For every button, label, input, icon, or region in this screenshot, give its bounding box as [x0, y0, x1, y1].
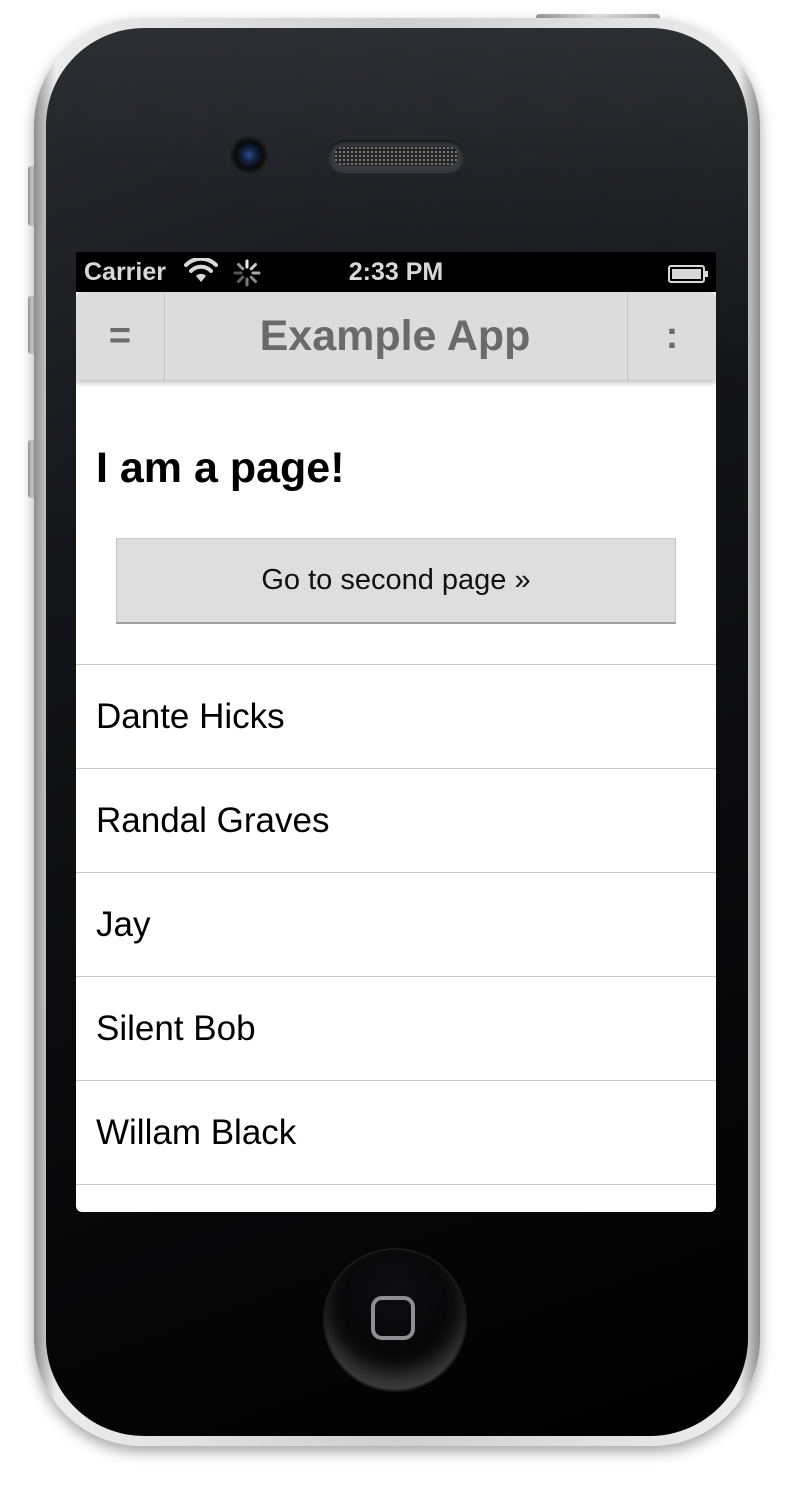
home-square-icon	[371, 1296, 415, 1340]
people-list: Dante Hicks Randal Graves Jay Silent Bob…	[76, 664, 716, 1185]
screen: Carrier 2:33 PM = Example App: I am a p…	[76, 252, 716, 1212]
home-button[interactable]	[325, 1250, 465, 1390]
more-options-button[interactable]: :	[627, 292, 716, 380]
status-time: 2:33 PM	[348, 258, 444, 286]
go-to-second-page-button[interactable]: Go to second page »	[116, 538, 676, 624]
battery-icon	[668, 262, 710, 291]
list-item[interactable]: Jay	[76, 872, 716, 976]
page-heading: I am a page!	[96, 444, 345, 492]
list-item[interactable]: Silent Bob	[76, 976, 716, 1080]
list-item[interactable]: Randal Graves	[76, 768, 716, 872]
menu-button[interactable]: =	[76, 292, 165, 380]
list-item[interactable]: Dante Hicks	[76, 664, 716, 768]
earpiece-speaker	[328, 140, 464, 172]
navigation-bar: = Example App :	[76, 292, 716, 380]
front-camera	[232, 138, 266, 172]
list-item[interactable]: Willam Black	[76, 1080, 716, 1185]
app-title: Example App	[259, 311, 531, 360]
status-bar: Carrier 2:33 PM	[76, 252, 716, 292]
